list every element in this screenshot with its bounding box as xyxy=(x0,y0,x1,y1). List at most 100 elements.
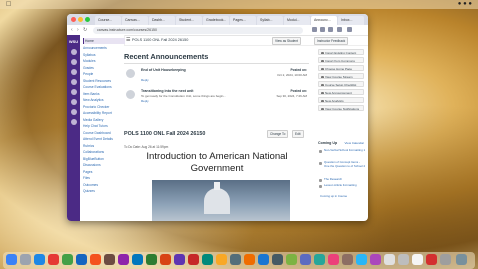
excel-icon[interactable] xyxy=(146,254,157,265)
extension-icon[interactable] xyxy=(312,27,317,32)
course-nav-item[interactable]: Help Chat Tutors xyxy=(83,123,123,129)
edit-button[interactable]: Edit xyxy=(292,130,304,138)
instructor-feedback-button[interactable]: Instructor Feedback xyxy=(314,37,349,45)
browser-tab[interactable]: Dashb... xyxy=(149,16,175,25)
facetime-icon[interactable] xyxy=(202,254,213,265)
settings-icon[interactable] xyxy=(230,254,241,265)
document-thumbnail[interactable] xyxy=(384,254,395,265)
course-nav-item[interactable]: Grades xyxy=(83,65,123,71)
notes-icon[interactable] xyxy=(104,254,115,265)
music-icon[interactable] xyxy=(328,254,339,265)
menu-status-icons[interactable]: ● ● ● xyxy=(458,0,472,9)
word-icon[interactable] xyxy=(132,254,143,265)
zoom-window-button[interactable] xyxy=(85,17,90,22)
inbox-icon[interactable] xyxy=(70,99,77,105)
breadcrumb[interactable]: POLS 1100 ONL Fall 2024 26150 xyxy=(132,38,188,42)
course-nav-item[interactable]: BigBlueButton xyxy=(83,156,123,162)
coming-up-more-link[interactable]: Coming up in Course xyxy=(320,194,347,198)
course-nav-item[interactable]: Discussions xyxy=(83,162,123,168)
app-icon[interactable] xyxy=(370,254,381,265)
browser-tab[interactable]: Inbox... xyxy=(338,16,364,25)
announcement-title[interactable]: End of Unit Housekeeping xyxy=(141,68,186,72)
powerpoint-icon[interactable] xyxy=(160,254,171,265)
browser-tab[interactable]: Syllab... xyxy=(257,16,283,25)
course-nav-item[interactable]: Item Banks xyxy=(83,91,123,97)
close-window-button[interactable] xyxy=(71,17,76,22)
document-thumbnail[interactable] xyxy=(412,254,423,265)
course-nav-item[interactable]: Outcomes xyxy=(83,182,123,188)
change-to-button[interactable]: Change To xyxy=(267,130,289,138)
logo[interactable]: WSU xyxy=(68,38,79,45)
acrobat-icon[interactable] xyxy=(188,254,199,265)
coming-up-item[interactable]: The Research xyxy=(324,177,366,182)
history-icon[interactable] xyxy=(70,109,77,115)
terminal-icon[interactable] xyxy=(272,254,283,265)
back-icon[interactable]: ‹ xyxy=(71,26,73,34)
course-nav-item[interactable]: Files xyxy=(83,175,123,181)
reply-link[interactable]: Reply xyxy=(141,78,149,82)
hamburger-icon[interactable]: ☰ xyxy=(126,37,130,43)
apple-icon[interactable]:  xyxy=(6,0,11,9)
chrome-icon[interactable] xyxy=(48,254,59,265)
announcement-item[interactable]: Transitioning into the next unit To get … xyxy=(124,88,309,108)
sidebar-button[interactable]: New Announcement xyxy=(318,89,364,95)
course-nav-item[interactable]: Modules xyxy=(83,58,123,64)
courses-icon[interactable] xyxy=(70,79,77,85)
app-icon[interactable] xyxy=(286,254,297,265)
browser-tab[interactable]: Gradebook... xyxy=(203,16,229,25)
sidebar-button[interactable]: View Course Notifications xyxy=(318,105,364,111)
course-nav-item[interactable]: Student Resources xyxy=(83,78,123,84)
course-nav-item[interactable]: Course Dashboard xyxy=(83,130,123,136)
sidebar-button[interactable]: New Analytics xyxy=(318,97,364,103)
coming-up-item[interactable]: Non-Verbal School Formatting 1 xyxy=(324,148,366,153)
course-nav-item[interactable]: New Analytics xyxy=(83,97,123,103)
safari-icon[interactable] xyxy=(34,254,45,265)
course-nav-item[interactable]: Home xyxy=(83,38,125,45)
app-icon[interactable] xyxy=(342,254,353,265)
finder-icon[interactable] xyxy=(6,254,17,265)
sidebar-button[interactable]: View Course Stream xyxy=(318,73,364,79)
coming-up-item[interactable]: Question of Concept Items - One the Ques… xyxy=(324,160,366,168)
reload-icon[interactable]: ↻ xyxy=(83,26,87,34)
course-nav-item[interactable]: Course Evaluations xyxy=(83,84,123,90)
document-thumbnail[interactable] xyxy=(398,254,409,265)
course-nav-item[interactable]: Announcements xyxy=(83,45,123,51)
course-nav-item[interactable]: Quizzes xyxy=(83,188,123,194)
view-as-student-button[interactable]: View as Student xyxy=(272,37,301,45)
menu-icon[interactable] xyxy=(347,27,352,32)
dashboard-icon[interactable] xyxy=(70,69,77,75)
calendar-app-icon[interactable] xyxy=(216,254,227,265)
course-nav-item[interactable]: Collaborations xyxy=(83,149,123,155)
calendar-icon[interactable] xyxy=(70,89,77,95)
browser-tab[interactable]: Pages... xyxy=(230,16,256,25)
admin-icon[interactable] xyxy=(70,59,77,65)
reply-link[interactable]: Reply xyxy=(141,99,149,103)
minimize-window-button[interactable] xyxy=(78,17,83,22)
profile-icon[interactable] xyxy=(337,27,342,32)
trash-icon[interactable] xyxy=(456,254,467,265)
photos-icon[interactable] xyxy=(90,254,101,265)
coming-up-item[interactable]: Lesson Article Formatting xyxy=(324,183,366,188)
zoom-icon[interactable] xyxy=(258,254,269,265)
onenote-icon[interactable] xyxy=(174,254,185,265)
course-nav-item[interactable]: Rubrics xyxy=(83,143,123,149)
browser-tab[interactable]: Canvas... xyxy=(122,16,148,25)
help-icon[interactable] xyxy=(70,119,77,125)
extension-icon[interactable] xyxy=(328,27,333,32)
view-calendar-link[interactable]: View Calendar xyxy=(345,141,364,145)
launchpad-icon[interactable] xyxy=(20,254,31,265)
course-nav-item[interactable]: Pages xyxy=(83,169,123,175)
extension-icon[interactable] xyxy=(320,27,325,32)
browser-tab[interactable]: Student... xyxy=(176,16,202,25)
url-field[interactable]: canvas.instructure.com/courses/26150 xyxy=(93,26,303,34)
mail-icon[interactable] xyxy=(76,254,87,265)
sidebar-button[interactable]: Course Setup Checklist xyxy=(318,81,364,87)
sidebar-button[interactable]: Choose Home Page xyxy=(318,65,364,71)
account-icon[interactable] xyxy=(70,49,77,55)
browser-tab[interactable]: Modul... xyxy=(284,16,310,25)
forward-icon[interactable]: › xyxy=(77,26,79,34)
course-nav-item[interactable]: People xyxy=(83,71,123,77)
announcement-item[interactable]: End of Unit Housekeeping Reply Posted on… xyxy=(124,67,309,87)
app-icon[interactable] xyxy=(244,254,255,265)
sidebar-button[interactable]: Import from Commons xyxy=(318,57,364,63)
